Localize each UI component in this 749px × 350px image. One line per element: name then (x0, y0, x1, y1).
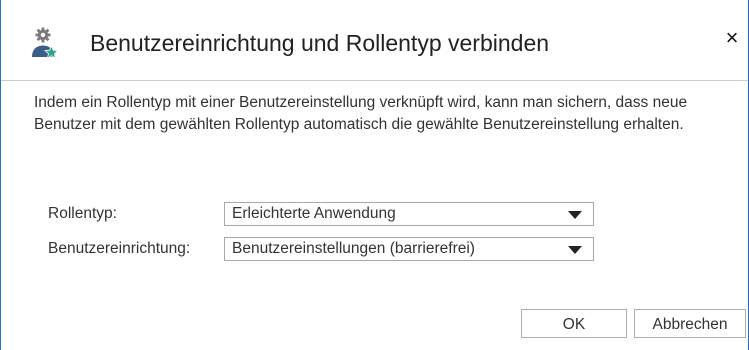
dropdown-arrow-icon (568, 211, 582, 219)
user-gear-star-icon (29, 27, 59, 60)
dialog-titlebar: Benutzereinrichtung und Rollentyp verbin… (1, 0, 748, 81)
dialog-title: Benutzereinrichtung und Rollentyp verbin… (90, 30, 550, 56)
dialog-window: Benutzereinrichtung und Rollentyp verbin… (0, 0, 749, 350)
dropdown-arrow-icon (568, 246, 582, 254)
rollentyp-select[interactable]: Erleichterte Anwendung (224, 202, 594, 226)
cancel-button[interactable]: Abbrechen (634, 309, 746, 338)
close-icon[interactable]: × (719, 24, 745, 52)
rollentyp-label: Rollentyp: (48, 205, 117, 222)
benutzereinrichtung-label: Benutzereinrichtung: (48, 240, 191, 257)
benutzereinrichtung-selected-value: Benutzereinstellungen (barrierefrei) (232, 240, 475, 257)
dialog-description: Indem ein Rollentyp mit einer Benutzerei… (34, 94, 688, 133)
ok-button[interactable]: OK (521, 309, 627, 338)
benutzereinrichtung-select[interactable]: Benutzereinstellungen (barrierefrei) (224, 237, 594, 261)
rollentyp-selected-value: Erleichterte Anwendung (232, 205, 396, 222)
